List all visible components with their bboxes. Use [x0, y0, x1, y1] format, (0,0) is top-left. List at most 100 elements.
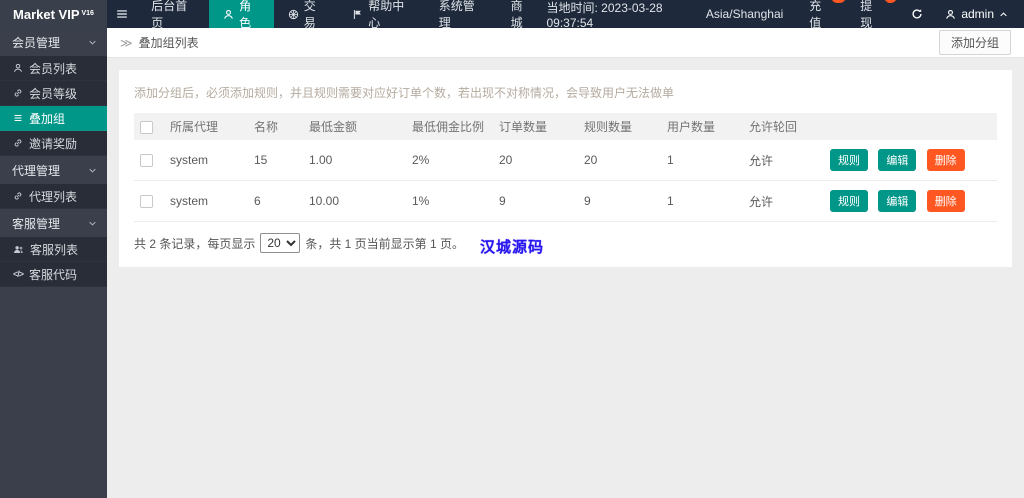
username-label: admin — [961, 7, 994, 21]
sidebar-item-member-level[interactable]: 会员等级 — [0, 81, 107, 106]
col-header-min-amount: 最低金额 — [303, 113, 406, 140]
chevron-up-icon — [999, 10, 1008, 19]
hamburger-icon — [115, 7, 129, 21]
nav-item-system[interactable]: 系统管理 — [425, 0, 497, 30]
sidebar-group-service-management[interactable]: 客服管理 — [0, 209, 107, 237]
sidebar-item-overlay-group[interactable]: 叠加组 — [0, 106, 107, 131]
app-logo-text: Market VIP — [13, 6, 80, 22]
sidebar-item-agent-list[interactable]: 代理列表 — [0, 184, 107, 209]
table-row: system 6 10.00 1% 9 9 1 允许 规则 编辑 删除 — [134, 180, 997, 222]
nav-item-label: 交易 — [303, 0, 316, 30]
breadcrumb: ≫ 叠加组列表 — [120, 34, 199, 51]
nav-item-mall[interactable]: 商城 — [497, 0, 547, 30]
user-menu[interactable]: admin — [945, 7, 1008, 21]
sidebar-submenu-member: 会员列表 会员等级 叠加组 邀请奖励 — [0, 56, 107, 156]
user-icon — [945, 9, 956, 20]
link-icon — [13, 138, 23, 148]
sidebar-item-label: 代理列表 — [29, 189, 78, 204]
overlay-group-card: 添加分组后，必须添加规则，并且规则需要对应好订单个数，若出现不对称情况，会导致用… — [119, 70, 1012, 267]
withdraw-label: 提现 — [860, 0, 873, 30]
sidebar: 会员管理 会员列表 会员等级 叠加组 邀请奖励 代理管理 代理列表 客服管理 客… — [0, 28, 107, 498]
cell-rules: 20 — [578, 140, 661, 181]
edit-button[interactable]: 编辑 — [878, 190, 917, 212]
rule-button[interactable]: 规则 — [830, 149, 868, 171]
withdraw-badge: 0 — [884, 0, 898, 3]
recharge-link[interactable]: 充值 87 — [809, 0, 847, 31]
refresh-button[interactable] — [911, 8, 923, 20]
table-row: system 15 1.00 2% 20 20 1 允许 规则 编辑 删除 — [134, 140, 997, 181]
nav-item-dashboard[interactable]: 后台首页 — [137, 0, 209, 30]
list-icon — [13, 113, 23, 123]
pagination: 共 2 条记录，每页显示 20 条，共 1 页当前显示第 1 页。 — [134, 233, 997, 253]
cell-min-commission: 1% — [406, 180, 493, 222]
table-header-row: 所属代理 名称 最低金额 最低佣金比例 订单数量 规则数量 用户数量 允许轮回 — [134, 113, 997, 140]
hint-text: 添加分组后，必须添加规则，并且规则需要对应好订单个数，若出现不对称情况，会导致用… — [134, 86, 675, 100]
sidebar-item-label: 叠加组 — [29, 111, 66, 126]
top-bar-right: 当地时间: 2023-03-28 09:37:54 Asia/Shanghai … — [546, 0, 1024, 31]
chevron-down-icon — [88, 219, 97, 228]
row-checkbox[interactable] — [140, 154, 153, 168]
col-header-allow-cycle: 允许轮回 — [743, 113, 824, 140]
overlay-group-table: 所属代理 名称 最低金额 最低佣金比例 订单数量 规则数量 用户数量 允许轮回 — [134, 113, 997, 222]
rule-button[interactable]: 规则 — [830, 190, 868, 212]
withdraw-link[interactable]: 提现 0 — [860, 0, 898, 31]
cell-min-commission: 2% — [406, 140, 493, 181]
timezone-label: Asia/Shanghai — [705, 7, 784, 21]
app-logo: Market VIP V16 — [0, 0, 107, 28]
sidebar-group-member-management[interactable]: 会员管理 — [0, 28, 107, 56]
chevron-down-icon — [88, 38, 97, 47]
sidebar-group-label: 代理管理 — [12, 163, 61, 178]
nav-item-label: 系统管理 — [438, 0, 475, 30]
pagination-prefix: 共 2 条记录，每页显示 — [134, 236, 256, 251]
code-icon: </> — [13, 269, 24, 279]
pagination-suffix: 条，共 1 页当前显示第 1 页。 — [305, 236, 465, 251]
nav-item-roles[interactable]: 角色 — [209, 0, 274, 30]
col-header-users: 用户数量 — [661, 113, 743, 140]
sidebar-item-label: 邀请奖励 — [29, 136, 78, 151]
cell-rules: 9 — [578, 180, 661, 222]
sidebar-item-label: 客服列表 — [30, 242, 79, 257]
col-header-agent: 所属代理 — [164, 113, 248, 140]
select-all-checkbox[interactable] — [140, 120, 153, 134]
top-nav: 后台首页 角色 交易 帮助中心 系统管理 商城 — [137, 0, 547, 30]
sidebar-item-member-list[interactable]: 会员列表 — [0, 56, 107, 81]
link-icon — [13, 88, 23, 98]
globe-icon — [288, 9, 299, 20]
nav-item-trade[interactable]: 交易 — [274, 0, 339, 30]
edit-button[interactable]: 编辑 — [878, 149, 917, 171]
local-time-label: 当地时间: 2023-03-28 09:37:54 — [546, 0, 663, 30]
sidebar-toggle-button[interactable] — [107, 0, 137, 28]
recharge-badge: 87 — [831, 0, 847, 3]
user-icon — [223, 9, 234, 20]
users-icon — [13, 244, 24, 255]
page-size-select[interactable]: 20 — [260, 233, 301, 253]
col-header-min-commission: 最低佣金比例 — [406, 113, 493, 140]
user-icon — [13, 63, 23, 73]
breadcrumb-bar: ≫ 叠加组列表 添加分组 — [107, 28, 1024, 58]
page-title: 叠加组列表 — [138, 36, 199, 50]
cell-orders: 20 — [493, 140, 578, 181]
sidebar-item-invite-reward[interactable]: 邀请奖励 — [0, 131, 107, 156]
sidebar-item-label: 客服代码 — [29, 267, 78, 282]
nav-item-label: 角色 — [239, 0, 252, 30]
delete-button[interactable]: 删除 — [926, 149, 965, 171]
row-checkbox[interactable] — [140, 195, 153, 209]
refresh-icon — [911, 8, 923, 20]
cell-allow: 允许 — [743, 140, 824, 181]
watermark-text: 汉城源码 — [479, 239, 545, 256]
sidebar-item-service-code[interactable]: </> 客服代码 — [0, 262, 107, 287]
cell-agent: system — [164, 180, 248, 222]
sidebar-group-agent-management[interactable]: 代理管理 — [0, 156, 107, 184]
cell-min-amount: 1.00 — [303, 140, 406, 181]
cell-orders: 9 — [493, 180, 578, 222]
nav-item-label: 帮助中心 — [368, 0, 405, 30]
top-bar: Market VIP V16 后台首页 角色 交易 帮助中心 系统管理 商城 当… — [0, 0, 1024, 31]
link-icon — [13, 191, 23, 201]
delete-button[interactable]: 删除 — [926, 190, 965, 212]
cell-agent: system — [164, 140, 248, 181]
nav-item-help-center[interactable]: 帮助中心 — [338, 0, 424, 30]
add-group-button[interactable]: 添加分组 — [938, 30, 1011, 55]
nav-item-label: 后台首页 — [151, 0, 188, 30]
sidebar-item-service-list[interactable]: 客服列表 — [0, 237, 107, 262]
sidebar-item-label: 会员列表 — [29, 61, 78, 76]
